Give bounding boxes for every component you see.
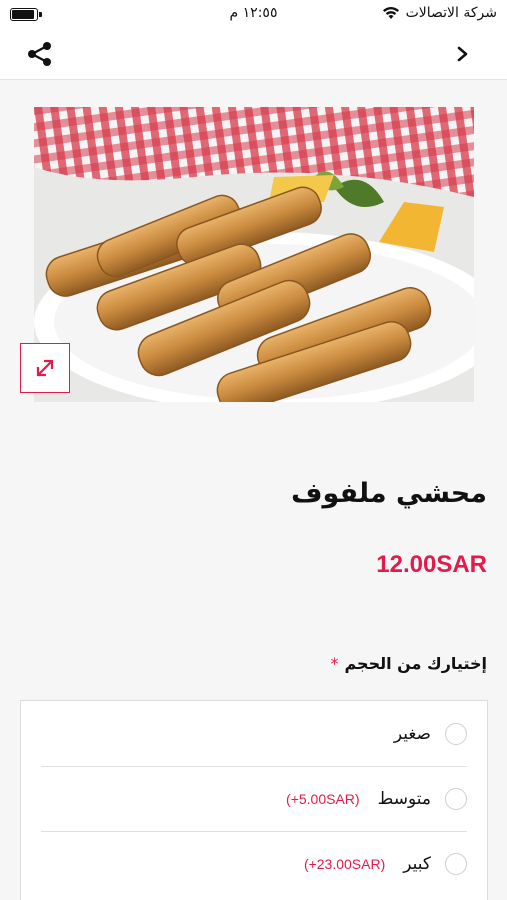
size-option-large[interactable]: كبير (+23.00SAR) (41, 831, 467, 896)
option-extra-price: (+23.00SAR) (303, 856, 386, 872)
share-icon[interactable] (26, 40, 54, 68)
size-option-medium[interactable]: متوسط (+5.00SAR) (41, 766, 467, 831)
option-extra-price: (+5.00SAR) (286, 791, 360, 807)
size-option-title: إختيارك من الحجم (344, 654, 487, 673)
product-price: 12.00SAR (376, 551, 487, 578)
expand-icon (36, 359, 54, 377)
option-name: صغير (393, 723, 431, 744)
required-mark: * (330, 654, 339, 673)
status-carrier: شركة الاتصالات (382, 5, 497, 21)
radio-button[interactable] (445, 722, 467, 745)
size-options-list: صغير متوسط (+5.00SAR) كبير (+23.00SAR) (20, 700, 488, 900)
radio-button[interactable] (445, 788, 467, 810)
status-time: ١٢:٥٥ م (229, 5, 278, 21)
option-name: متوسط (377, 789, 431, 809)
battery-icon (10, 8, 42, 21)
product-image (34, 107, 474, 402)
expand-image-button[interactable] (20, 343, 70, 393)
option-name: كبير (403, 854, 431, 874)
size-option-small[interactable]: صغير (41, 701, 467, 766)
carrier-name: شركة الاتصالات (405, 5, 497, 21)
status-bar: ١٢:٥٥ م شركة الاتصالات (0, 0, 507, 28)
size-option-label: إختيارك من الحجم * (330, 654, 487, 673)
product-title: محشي ملفوف (291, 478, 487, 509)
chevron-right-icon[interactable] (453, 42, 473, 66)
radio-button[interactable] (445, 853, 467, 875)
wifi-icon (382, 7, 399, 19)
nav-bar (0, 28, 507, 80)
